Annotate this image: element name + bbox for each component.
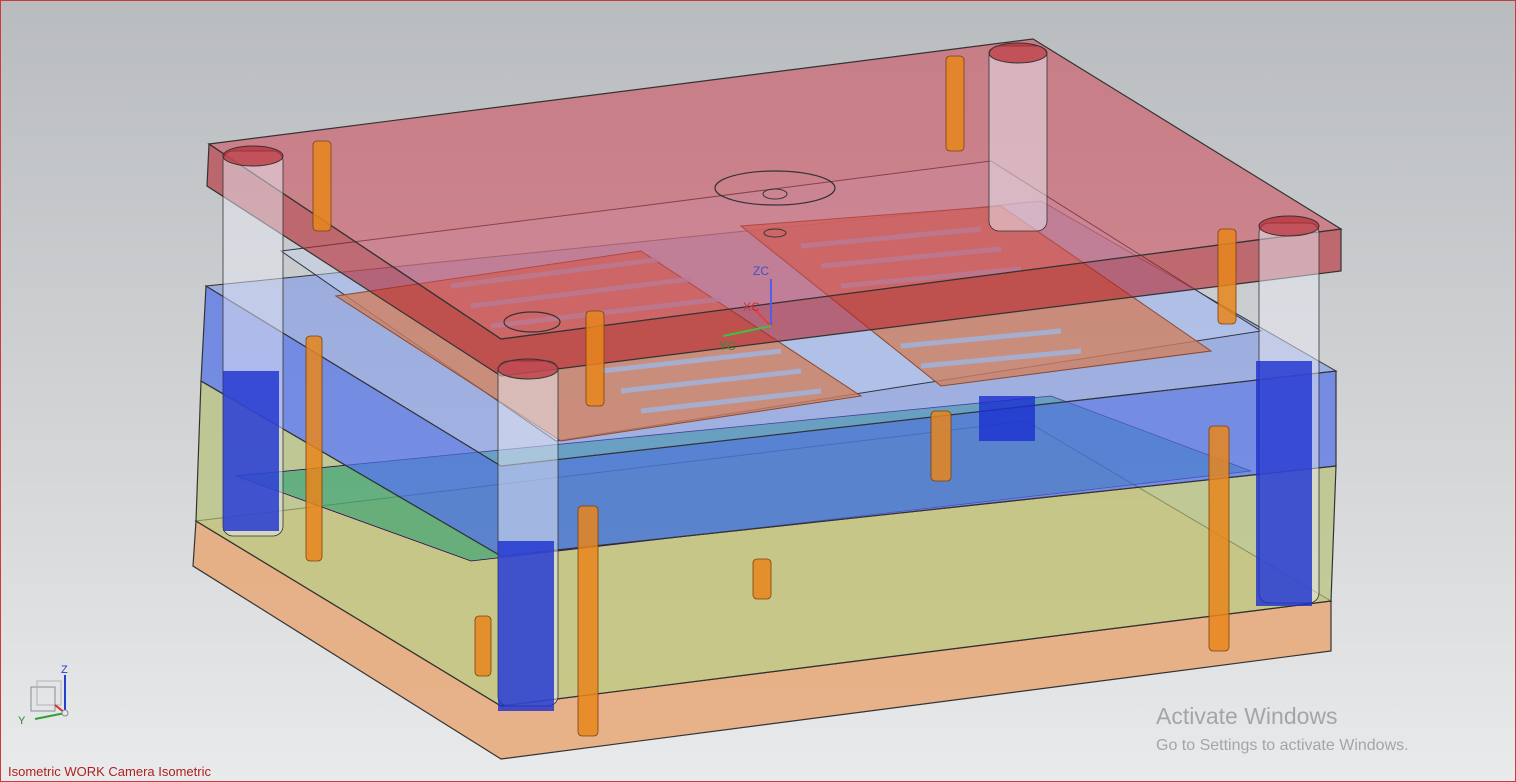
view-status-label: Isometric WORK Camera Isometric [8, 764, 211, 779]
wcs-yc-label: YC [719, 339, 736, 353]
watermark-subtitle: Go to Settings to activate Windows. [1156, 737, 1409, 754]
guide-pin [988, 45, 1048, 232]
triad-z-label: Z [61, 664, 68, 676]
wcs-zc-label: ZC [753, 264, 769, 278]
triad-y-label: Y [18, 715, 26, 727]
mold-assembly-model[interactable]: ZC XC YC [1, 1, 1515, 781]
wcs-xc-label: XC [743, 300, 760, 314]
graphics-viewport[interactable]: ZC XC YC Z Y Isometric WORK Camera Isome… [0, 0, 1516, 782]
watermark-title: Activate Windows [1156, 703, 1338, 729]
view-triad-icon[interactable]: Z Y [15, 661, 85, 731]
